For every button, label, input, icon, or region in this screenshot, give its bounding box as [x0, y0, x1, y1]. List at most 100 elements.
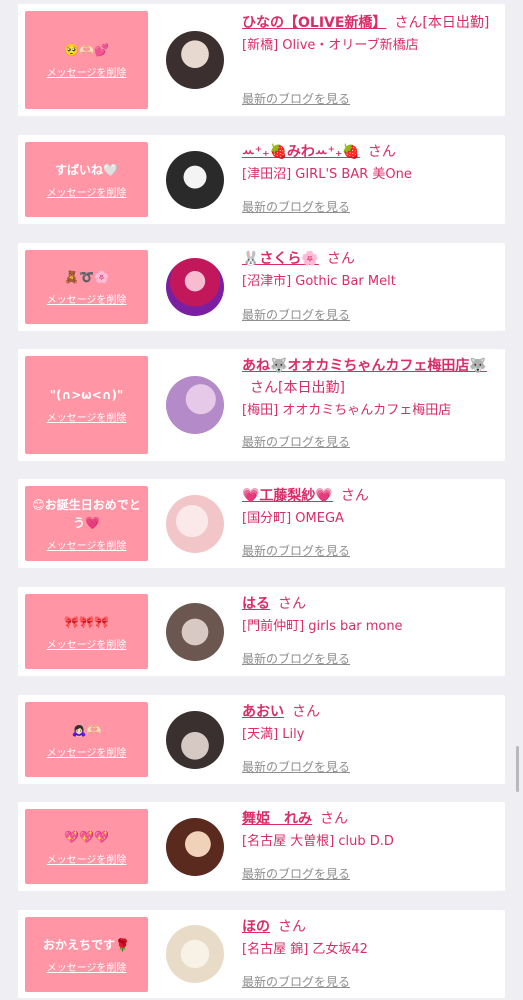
message-box: 🥺🫶🏻💕 メッセージを削除	[25, 11, 148, 109]
name-line: 舞姫 れみ さん	[242, 808, 497, 830]
profile-info: 💗工藤梨紗💗 さん [国分町] OMEGA	[242, 485, 497, 529]
name-suffix: さん	[278, 919, 306, 935]
message-card: 🎀🎀🎀 メッセージを削除 はる さん [門前仲町] girls bar mone …	[18, 587, 505, 676]
blog-link[interactable]: 最新のブログを見る	[242, 433, 350, 450]
delete-message-link[interactable]: メッセージを削除	[47, 851, 127, 866]
message-card: 💖💖💖 メッセージを削除 舞姫 れみ さん [名古屋 大曽根] club D.D …	[18, 802, 505, 891]
profile-info: はる さん [門前仲町] girls bar mone	[242, 593, 497, 637]
profile-info: あおい さん [天満] Lily	[242, 701, 497, 745]
profile-info: ほの さん [名古屋 錦] 乙女坂42	[242, 916, 497, 960]
message-card: "(∩>ω<∩)" メッセージを削除 あね🐺オオカミちゃんカフェ梅田店🐺 さん[本…	[18, 349, 505, 461]
message-box: 😊お誕生日おめでとう💗 メッセージを削除	[25, 486, 148, 561]
message-text: 🧸➰🌸	[64, 270, 109, 284]
name-line: ほの さん	[242, 916, 497, 938]
avatar[interactable]	[166, 258, 224, 316]
message-text: 😊お誕生日おめでとう💗	[32, 497, 141, 530]
message-box: 🙇🏻‍♀️🫶🏻 メッセージを削除	[25, 702, 148, 777]
name-suffix: さん	[367, 144, 396, 160]
delete-message-link[interactable]: メッセージを削除	[47, 537, 127, 552]
name-suffix: さん	[320, 811, 348, 827]
message-text: すばいね🤍	[55, 162, 118, 177]
blog-link[interactable]: 最新のブログを見る	[242, 306, 350, 323]
message-text: "(∩>ω<∩)"	[49, 388, 124, 402]
name-line: ひなの【OLIVE新橋】 さん[本日出勤]	[242, 12, 497, 34]
shop-info: [津田沼] GIRL'S BAR 美One	[242, 167, 412, 182]
delete-message-link[interactable]: メッセージを削除	[47, 64, 127, 79]
profile-info: ひなの【OLIVE新橋】 さん[本日出勤] [新橋] Olive・オリーブ新橋店	[242, 12, 497, 56]
blog-link[interactable]: 最新のブログを見る	[242, 542, 350, 559]
avatar[interactable]	[166, 925, 224, 983]
delete-message-link[interactable]: メッセージを削除	[47, 959, 127, 974]
shop-info: [梅田] オオカミちゃんカフェ梅田店	[242, 403, 452, 418]
message-box: おかえちです🌹 メッセージを削除	[25, 917, 148, 992]
scrollbar[interactable]	[516, 746, 519, 792]
blog-link[interactable]: 最新のブログを見る	[242, 973, 350, 990]
name-link[interactable]: 舞姫 れみ	[242, 811, 312, 827]
avatar[interactable]	[166, 31, 224, 89]
name-line: 💗工藤梨紗💗 さん	[242, 485, 497, 507]
message-text: 🙇🏻‍♀️🫶🏻	[71, 722, 102, 737]
shop-info: [沼津市] Gothic Bar Melt	[242, 274, 396, 289]
blog-link[interactable]: 最新のブログを見る	[242, 90, 350, 107]
delete-message-link[interactable]: メッセージを削除	[47, 291, 127, 306]
name-line: あおい さん	[242, 701, 497, 723]
delete-message-link[interactable]: メッセージを削除	[47, 409, 127, 424]
avatar[interactable]	[166, 818, 224, 876]
avatar[interactable]	[166, 376, 224, 434]
name-line: あね🐺オオカミちゃんカフェ梅田店🐺 さん[本日出勤]	[242, 355, 497, 399]
message-card: すばいね🤍 メッセージを削除 ꕀ⁺₊🍓みわꕀ⁺₊🍓 さん [津田沼] GIRL'S…	[18, 135, 505, 224]
message-text: 💖💖💖	[64, 829, 109, 844]
message-card: おかえちです🌹 メッセージを削除 ほの さん [名古屋 錦] 乙女坂42 最新のブ…	[18, 910, 505, 998]
delete-message-link[interactable]: メッセージを削除	[47, 184, 127, 199]
name-suffix: さん	[292, 704, 320, 720]
name-suffix: さん	[326, 251, 355, 267]
delete-message-link[interactable]: メッセージを削除	[47, 636, 127, 651]
name-suffix: さん	[340, 488, 369, 504]
message-box: 🧸➰🌸 メッセージを削除	[25, 250, 148, 324]
profile-info: 🐰さくら🌸 さん [沼津市] Gothic Bar Melt	[242, 248, 497, 292]
profile-info: あね🐺オオカミちゃんカフェ梅田店🐺 さん[本日出勤] [梅田] オオカミちゃんカフ…	[242, 355, 497, 421]
name-link[interactable]: ひなの【OLIVE新橋】	[242, 15, 386, 31]
message-card: 🧸➰🌸 メッセージを削除 🐰さくら🌸 さん [沼津市] Gothic Bar Me…	[18, 243, 505, 331]
delete-message-link[interactable]: メッセージを削除	[47, 744, 127, 759]
blog-link[interactable]: 最新のブログを見る	[242, 758, 350, 775]
message-box: "(∩>ω<∩)" メッセージを削除	[25, 356, 148, 454]
message-text: 🎀🎀🎀	[64, 614, 109, 629]
avatar[interactable]	[166, 495, 224, 553]
blog-link[interactable]: 最新のブログを見る	[242, 198, 350, 215]
name-link[interactable]: ほの	[242, 919, 270, 935]
name-link[interactable]: あね🐺オオカミちゃんカフェ梅田店🐺	[242, 358, 487, 374]
shop-info: [天満] Lily	[242, 727, 305, 742]
name-suffix: さん	[278, 596, 306, 612]
blog-link[interactable]: 最新のブログを見る	[242, 650, 350, 667]
message-box: すばいね🤍 メッセージを削除	[25, 142, 148, 217]
shop-info: [名古屋 錦] 乙女坂42	[242, 942, 368, 957]
message-text: おかえちです🌹	[43, 937, 130, 952]
name-link[interactable]: あおい	[242, 704, 284, 720]
profile-info: 舞姫 れみ さん [名古屋 大曽根] club D.D	[242, 808, 497, 852]
shop-info: [門前仲町] girls bar mone	[242, 619, 403, 634]
avatar[interactable]	[166, 711, 224, 769]
message-box: 🎀🎀🎀 メッセージを削除	[25, 594, 148, 669]
avatar[interactable]	[166, 151, 224, 209]
name-suffix: さん[本日出勤]	[250, 380, 345, 396]
message-card: 🥺🫶🏻💕 メッセージを削除 ひなの【OLIVE新橋】 さん[本日出勤] [新橋] …	[18, 4, 505, 116]
message-card: 🙇🏻‍♀️🫶🏻 メッセージを削除 あおい さん [天満] Lily 最新のブログを…	[18, 695, 505, 784]
name-line: はる さん	[242, 593, 497, 615]
name-link[interactable]: ꕀ⁺₊🍓みわꕀ⁺₊🍓	[242, 144, 360, 160]
message-box: 💖💖💖 メッセージを削除	[25, 809, 148, 884]
avatar[interactable]	[166, 603, 224, 661]
name-suffix: さん[本日出勤]	[394, 15, 490, 31]
blog-link[interactable]: 最新のブログを見る	[242, 865, 350, 882]
name-line: ꕀ⁺₊🍓みわꕀ⁺₊🍓 さん	[242, 141, 497, 163]
message-text: 🥺🫶🏻💕	[64, 43, 109, 57]
profile-info: ꕀ⁺₊🍓みわꕀ⁺₊🍓 さん [津田沼] GIRL'S BAR 美One	[242, 141, 497, 185]
shop-info: [国分町] OMEGA	[242, 511, 344, 526]
shop-info: [新橋] Olive・オリーブ新橋店	[242, 38, 419, 53]
name-link[interactable]: 💗工藤梨紗💗	[242, 488, 333, 504]
name-line: 🐰さくら🌸 さん	[242, 248, 497, 270]
message-card: 😊お誕生日おめでとう💗 メッセージを削除 💗工藤梨紗💗 さん [国分町] OMEG…	[18, 479, 505, 568]
shop-info: [名古屋 大曽根] club D.D	[242, 834, 394, 849]
name-link[interactable]: はる	[242, 596, 270, 612]
name-link[interactable]: 🐰さくら🌸	[242, 251, 319, 267]
